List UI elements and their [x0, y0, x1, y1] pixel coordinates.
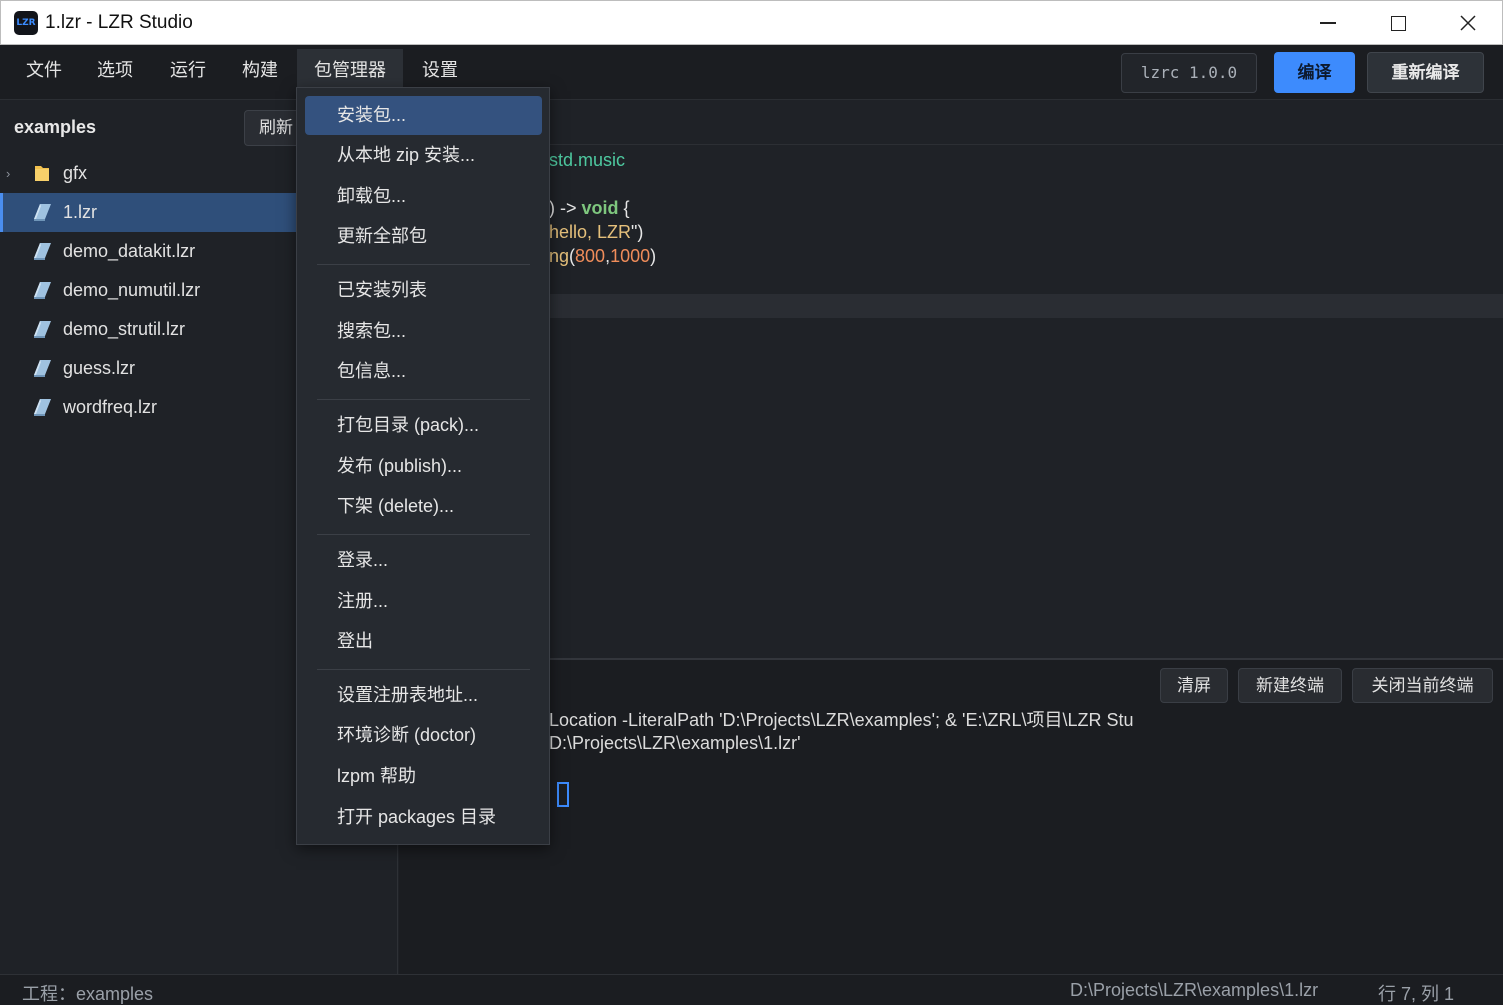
- menu-item-open-packages-dir[interactable]: 打开 packages 目录: [305, 798, 542, 837]
- file-icon: [34, 282, 51, 299]
- title-bar: LZR 1.lzr - LZR Studio: [0, 0, 1503, 45]
- maximize-button[interactable]: [1363, 1, 1433, 45]
- code-token: hello, LZR: [549, 222, 632, 242]
- tree-item-label: 1.lzr: [63, 202, 98, 222]
- menu-item-uninstall-package[interactable]: 卸载包...: [305, 177, 542, 216]
- file-icon: [34, 321, 51, 338]
- minimize-icon: [1320, 22, 1336, 24]
- menu-package-manager[interactable]: 包管理器: [297, 49, 403, 91]
- menu-item-install-package[interactable]: 安装包...: [305, 96, 542, 135]
- terminal-output-line: D:\Projects\LZR\examples\1.lzr': [549, 733, 801, 753]
- menu-bar: 文件 选项 运行 构建 包管理器 设置 lzrc 1.0.0 编译 重新编译: [0, 45, 1503, 100]
- close-button[interactable]: [1433, 1, 1503, 45]
- code-token: void: [581, 198, 619, 218]
- code-line: ng(800,1000): [549, 246, 656, 267]
- menu-item-delete[interactable]: 下架 (delete)...: [305, 487, 542, 526]
- status-bar: 工程：examples D:\Projects\LZR\examples\1.l…: [0, 974, 1503, 1005]
- menu-item-register[interactable]: 注册...: [305, 582, 542, 621]
- code-token: "): [631, 222, 644, 242]
- menu-settings[interactable]: 设置: [405, 49, 475, 91]
- tree-item-label: demo_datakit.lzr: [63, 241, 196, 261]
- menu-options[interactable]: 选项: [80, 49, 150, 91]
- status-file-path: D:\Projects\LZR\examples\1.lzr: [1070, 980, 1319, 1000]
- status-cursor-position: 行 7, 列 1: [1378, 984, 1455, 1004]
- code-line: ) -> void {: [549, 198, 630, 219]
- folder-icon: [35, 166, 49, 181]
- menu-separator: [317, 669, 530, 670]
- menu-item-search-package[interactable]: 搜索包...: [305, 312, 542, 351]
- terminal-output-line: Location -LiteralPath 'D:\Projects\LZR\e…: [549, 710, 1134, 730]
- window-title: 1.lzr - LZR Studio: [45, 12, 193, 33]
- new-terminal-button[interactable]: 新建终端: [1238, 668, 1342, 703]
- menu-separator: [317, 264, 530, 265]
- menu-item-install-from-zip[interactable]: 从本地 zip 安装...: [305, 136, 542, 175]
- tree-item-label: demo_numutil.lzr: [63, 280, 201, 300]
- file-icon: [34, 243, 51, 260]
- menu-item-pack[interactable]: 打包目录 (pack)...: [305, 406, 542, 445]
- code-token: ): [650, 246, 657, 266]
- compile-button[interactable]: 编译: [1274, 52, 1355, 93]
- menu-item-publish[interactable]: 发布 (publish)...: [305, 447, 542, 486]
- compiler-version: lzrc 1.0.0: [1121, 53, 1257, 93]
- code-token: ) ->: [549, 198, 582, 218]
- current-line-highlight: [399, 294, 1503, 318]
- menu-item-lzpm-help[interactable]: lzpm 帮助: [305, 757, 542, 796]
- code-line: std.music: [549, 150, 625, 171]
- code-token: {: [618, 198, 630, 218]
- close-terminal-button[interactable]: 关闭当前终端: [1352, 668, 1493, 703]
- close-icon: [1460, 15, 1476, 31]
- project-title: examples: [14, 117, 97, 137]
- menu-item-doctor[interactable]: 环境诊断 (doctor): [305, 716, 542, 755]
- package-manager-menu: 安装包... 从本地 zip 安装... 卸载包... 更新全部包 已安装列表 …: [296, 87, 550, 845]
- tree-item-label: demo_strutil.lzr: [63, 319, 186, 339]
- code-token: std.music: [549, 150, 626, 170]
- recompile-button[interactable]: 重新编译: [1367, 52, 1484, 93]
- file-icon: [34, 399, 51, 416]
- file-icon: [34, 360, 51, 377]
- menu-run[interactable]: 运行: [153, 49, 223, 91]
- editor-tab-strip: [399, 101, 1503, 145]
- maximize-icon: [1390, 15, 1406, 31]
- menu-separator: [317, 534, 530, 535]
- terminal-cursor: [557, 782, 569, 807]
- code-editor[interactable]: std.music ) -> void { hello, LZR") ng(800,1…: [399, 101, 1503, 658]
- tree-item-label: wordfreq.lzr: [63, 397, 158, 417]
- file-icon: [34, 204, 51, 221]
- terminal-panel[interactable]: 清屏 新建终端 关闭当前终端 Location -LiteralPath 'D:…: [399, 658, 1503, 974]
- tree-item-label: gfx: [63, 163, 88, 183]
- status-project: 工程：examples: [22, 984, 154, 1004]
- clear-screen-button[interactable]: 清屏: [1160, 668, 1228, 703]
- minimize-button[interactable]: [1293, 1, 1363, 45]
- tree-item-label: guess.lzr: [63, 358, 136, 378]
- menu-separator: [317, 399, 530, 400]
- code-line: hello, LZR"): [549, 222, 643, 243]
- chevron-right-icon: ›: [6, 166, 11, 181]
- menu-item-login[interactable]: 登录...: [305, 541, 542, 580]
- menu-item-set-registry[interactable]: 设置注册表地址...: [305, 676, 542, 715]
- code-token: 800: [575, 246, 606, 266]
- menu-build[interactable]: 构建: [225, 49, 295, 91]
- app-logo-icon: LZR: [14, 11, 38, 35]
- menu-item-logout[interactable]: 登出: [305, 622, 542, 661]
- code-token: 1000: [610, 246, 651, 266]
- code-token: ng: [549, 246, 570, 266]
- menu-item-installed-list[interactable]: 已安装列表: [305, 271, 542, 310]
- menu-item-package-info[interactable]: 包信息...: [305, 352, 542, 391]
- menu-file[interactable]: 文件: [9, 49, 79, 91]
- menu-item-update-all[interactable]: 更新全部包: [305, 217, 542, 256]
